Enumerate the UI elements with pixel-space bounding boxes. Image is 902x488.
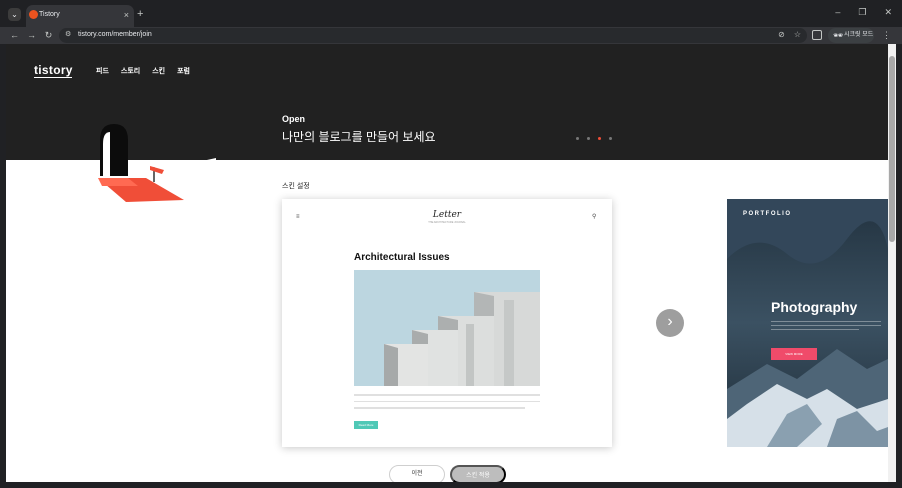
carousel-dots <box>576 137 612 140</box>
post-image <box>354 270 540 386</box>
side-panel-icon[interactable] <box>812 30 822 40</box>
skin-section-title: 스킨 설정 <box>282 183 310 190</box>
carousel-dot[interactable] <box>587 137 590 140</box>
nav-item-feed[interactable]: 피드 <box>96 66 109 76</box>
carousel-dot[interactable] <box>576 137 579 140</box>
restore-icon[interactable]: ❐ <box>858 7 866 18</box>
site-info-icon[interactable]: ⚙ <box>65 31 73 39</box>
post-excerpt-lines <box>354 394 540 414</box>
post-title: Architectural Issues <box>354 252 450 263</box>
concrete-building-image <box>354 270 540 386</box>
profile-label: 시크릿 모드 <box>844 32 874 38</box>
forward-icon[interactable]: → <box>26 30 37 41</box>
carousel-dot[interactable] <box>609 137 612 140</box>
portfolio-skin-card[interactable]: PORTFOLIO Photography VIEW MORE <box>727 199 888 447</box>
browser-toolbar: ← → ↻ ⚙ tistory.com/member/join ⊘ ☆ 🕶 시크… <box>0 27 902 44</box>
hamburger-menu-icon: ≡ <box>296 214 300 220</box>
tab-strip: ⌄ Tistory × + – ❐ ✕ <box>0 0 902 27</box>
portfolio-title: Photography <box>771 299 858 315</box>
kebab-menu-icon[interactable]: ⋮ <box>882 30 891 40</box>
omnibox-actions: ⊘ ☆ <box>778 30 801 39</box>
eye-off-icon[interactable]: ⊘ <box>778 30 785 39</box>
page-scrollbar[interactable] <box>888 44 896 482</box>
back-icon[interactable]: ← <box>9 30 20 41</box>
global-nav: 피드 스토리 스킨 포럼 <box>96 66 190 76</box>
reload-icon[interactable]: ↻ <box>43 30 54 41</box>
bookmark-star-icon[interactable]: ☆ <box>794 30 801 39</box>
tab-tistory[interactable]: Tistory × <box>26 5 134 27</box>
read-more-button: Read More <box>354 421 378 429</box>
letter-skin-card[interactable]: ≡ Letter THE ARCHITECTURE JOURNAL ⚲ Arch… <box>282 199 612 447</box>
letter-skin-logo: Letter <box>432 210 462 220</box>
hero-title: 나만의 블로그를 만들어 보세요 <box>282 130 436 144</box>
new-tab-icon[interactable]: + <box>137 8 143 20</box>
minimize-icon[interactable]: – <box>835 7 840 18</box>
browser-window: ⌄ Tistory × + – ❐ ✕ ← → ↻ ⚙ tistory.com/… <box>0 0 902 488</box>
nav-item-story[interactable]: 스토리 <box>121 66 140 76</box>
tab-search-button[interactable]: ⌄ <box>8 8 21 21</box>
tab-title: Tistory <box>39 11 60 18</box>
close-window-icon[interactable]: ✕ <box>884 7 892 18</box>
carousel-dot-active[interactable] <box>598 137 601 140</box>
tistory-logo[interactable]: tistory <box>34 63 73 77</box>
portfolio-view-button: VIEW MORE <box>771 348 817 360</box>
nav-item-forum[interactable]: 포럼 <box>177 66 190 76</box>
tistory-favicon-icon <box>29 10 38 19</box>
scrollbar-thumb[interactable] <box>889 56 895 242</box>
address-bar[interactable]: ⚙ tistory.com/member/join ⊘ ☆ <box>59 28 807 43</box>
incognito-profile-button[interactable]: 🕶 시크릿 모드 <box>828 28 874 43</box>
next-skin-button[interactable]: › <box>656 309 684 337</box>
prev-button[interactable]: 이전 <box>389 465 445 482</box>
nav-item-skin[interactable]: 스킨 <box>152 66 165 76</box>
letter-skin-logo-subtitle: THE ARCHITECTURE JOURNAL <box>428 221 466 224</box>
apply-skin-button[interactable]: 스킨 적용 <box>450 465 506 482</box>
url-text[interactable]: tistory.com/member/join <box>78 31 152 38</box>
door-illustration-icon <box>6 124 216 210</box>
portfolio-label: PORTFOLIO <box>743 211 792 217</box>
window-controls: – ❐ ✕ <box>835 7 892 18</box>
tab-close-icon[interactable]: × <box>124 10 129 20</box>
logo-underline <box>34 77 72 78</box>
search-icon: ⚲ <box>592 214 597 220</box>
page-viewport: tistory 피드 스토리 스킨 포럼 Open 나만의 블로그를 만들어 보… <box>6 44 888 482</box>
portfolio-desc-lines <box>771 321 881 333</box>
hero-open-label: Open <box>282 114 306 124</box>
incognito-icon: 🕶 <box>833 31 844 40</box>
